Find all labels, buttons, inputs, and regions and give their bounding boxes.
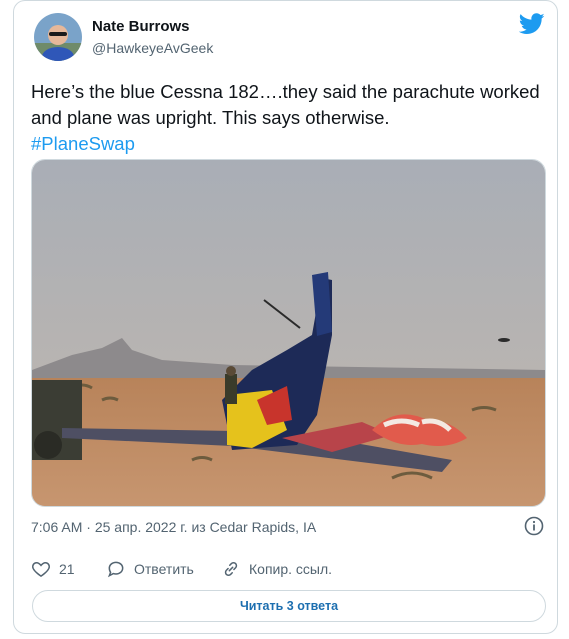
author-handle[interactable]: @HawkeyeAvGeek [92,40,213,56]
like-button[interactable]: 21 [31,557,75,581]
info-icon[interactable] [524,516,544,536]
copy-link-button[interactable]: Копир. ссыл. [221,557,332,581]
tweet-time[interactable]: 7:06 AM [31,519,82,535]
avatar[interactable] [34,13,82,61]
action-bar: 21 Ответить Копир. ссыл. [31,557,551,581]
author-name[interactable]: Nate Burrows [92,18,190,35]
tweet-photo[interactable] [31,159,546,507]
hashtag-link[interactable]: #PlaneSwap [31,131,541,157]
copy-link-label: Копир. ссыл. [249,561,333,577]
meta-separator: · [86,519,91,535]
reply-label: Ответить [134,561,194,577]
speech-bubble-icon [107,561,124,578]
heart-icon [32,561,50,577]
link-icon [224,561,238,577]
tweet-date[interactable]: 25 апр. 2022 г. [95,519,188,535]
reply-button[interactable]: Ответить [106,557,194,581]
tweet-text: Here’s the blue Cessna 182….they said th… [31,79,541,157]
twitter-bird-icon[interactable] [519,13,545,35]
tweet-meta: 7:06 AM · 25 апр. 2022 г. из Cedar Rapid… [31,519,316,535]
read-replies-button[interactable]: Читать 3 ответа [32,590,546,622]
tweet-card: Nate Burrows @HawkeyeAvGeek Here’s the b… [13,0,558,634]
like-count: 21 [59,561,75,577]
tweet-location: из Cedar Rapids, IA [191,519,317,535]
tweet-body: Here’s the blue Cessna 182….they said th… [31,81,540,128]
